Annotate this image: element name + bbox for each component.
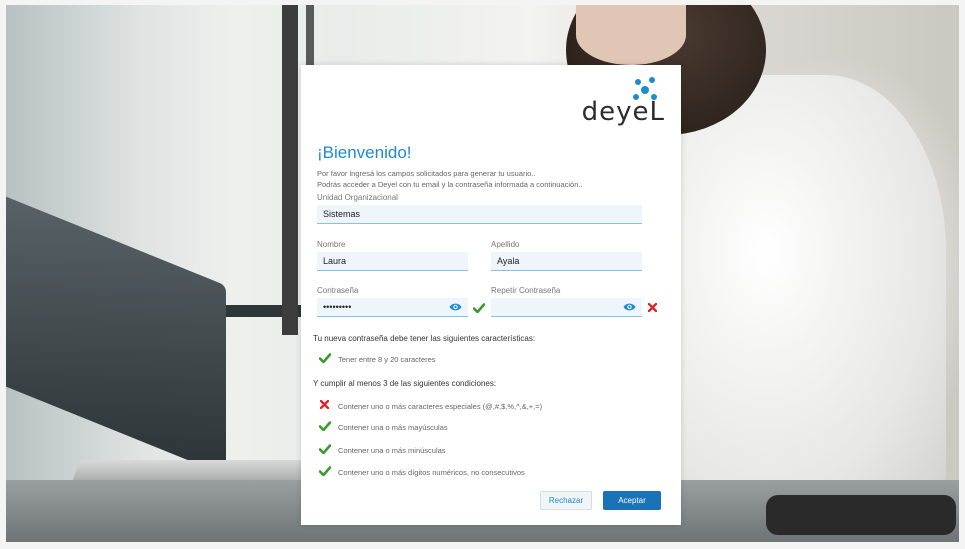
- org-unit-label: Unidad Organizacional: [317, 193, 398, 202]
- reject-button[interactable]: Rechazar: [540, 491, 592, 510]
- intro-line-2: Podrás acceder a Deyel con tu email y la…: [317, 180, 583, 189]
- deyel-logo: deyeL: [565, 77, 665, 127]
- password-valid-check-icon: [473, 303, 485, 313]
- repeat-password-label: Repetir Contraseña: [491, 286, 561, 295]
- condition-met-check-icon: [319, 466, 331, 476]
- eye-icon[interactable]: [449, 302, 462, 312]
- password-label: Contraseña: [317, 286, 359, 295]
- first-name-value: Laura: [323, 256, 347, 266]
- intro-text: Por favor ingresá los campos solicitados…: [317, 168, 583, 190]
- first-name-field[interactable]: Laura: [317, 252, 468, 271]
- org-unit-value: Sistemas: [323, 209, 361, 219]
- condition-item: Contener uno o más dígitos numéricos, no…: [338, 468, 525, 477]
- accept-button[interactable]: Aceptar: [603, 491, 661, 510]
- conditions-heading: Y cumplir al menos 3 de las siguientes c…: [313, 379, 497, 388]
- last-name-value: Ayala: [497, 256, 520, 266]
- eye-icon[interactable]: [623, 302, 636, 312]
- registration-card: deyeL ¡Bienvenido! Por favor ingresá los…: [301, 65, 681, 525]
- logo-wordmark: deyeL: [581, 97, 665, 127]
- password-field[interactable]: •••••••••: [317, 298, 468, 317]
- condition-item: Contener una o más mayúsculas: [338, 423, 448, 432]
- condition-unmet-cross-icon: [320, 400, 329, 409]
- condition-item: Contener uno o más caracteres especiales…: [338, 402, 543, 411]
- requirement-item: Tener entre 8 y 20 caracteres: [338, 355, 436, 364]
- last-name-label: Apellido: [491, 240, 520, 249]
- repeat-password-field[interactable]: [491, 298, 642, 317]
- condition-met-check-icon: [319, 421, 331, 431]
- requirement-met-check-icon: [319, 353, 331, 363]
- condition-met-check-icon: [319, 444, 331, 454]
- org-unit-field[interactable]: Sistemas: [317, 205, 642, 224]
- first-name-label: Nombre: [317, 240, 346, 249]
- intro-line-1: Por favor ingresá los campos solicitados…: [317, 169, 536, 178]
- requirements-heading: Tu nueva contraseña debe tener las sigui…: [313, 334, 536, 343]
- condition-item: Contener una o más minúsculas: [338, 446, 446, 455]
- repeat-password-invalid-cross-icon: [648, 303, 657, 312]
- last-name-field[interactable]: Ayala: [491, 252, 642, 271]
- password-value: •••••••••: [323, 302, 352, 312]
- page-title: ¡Bienvenido!: [317, 143, 412, 162]
